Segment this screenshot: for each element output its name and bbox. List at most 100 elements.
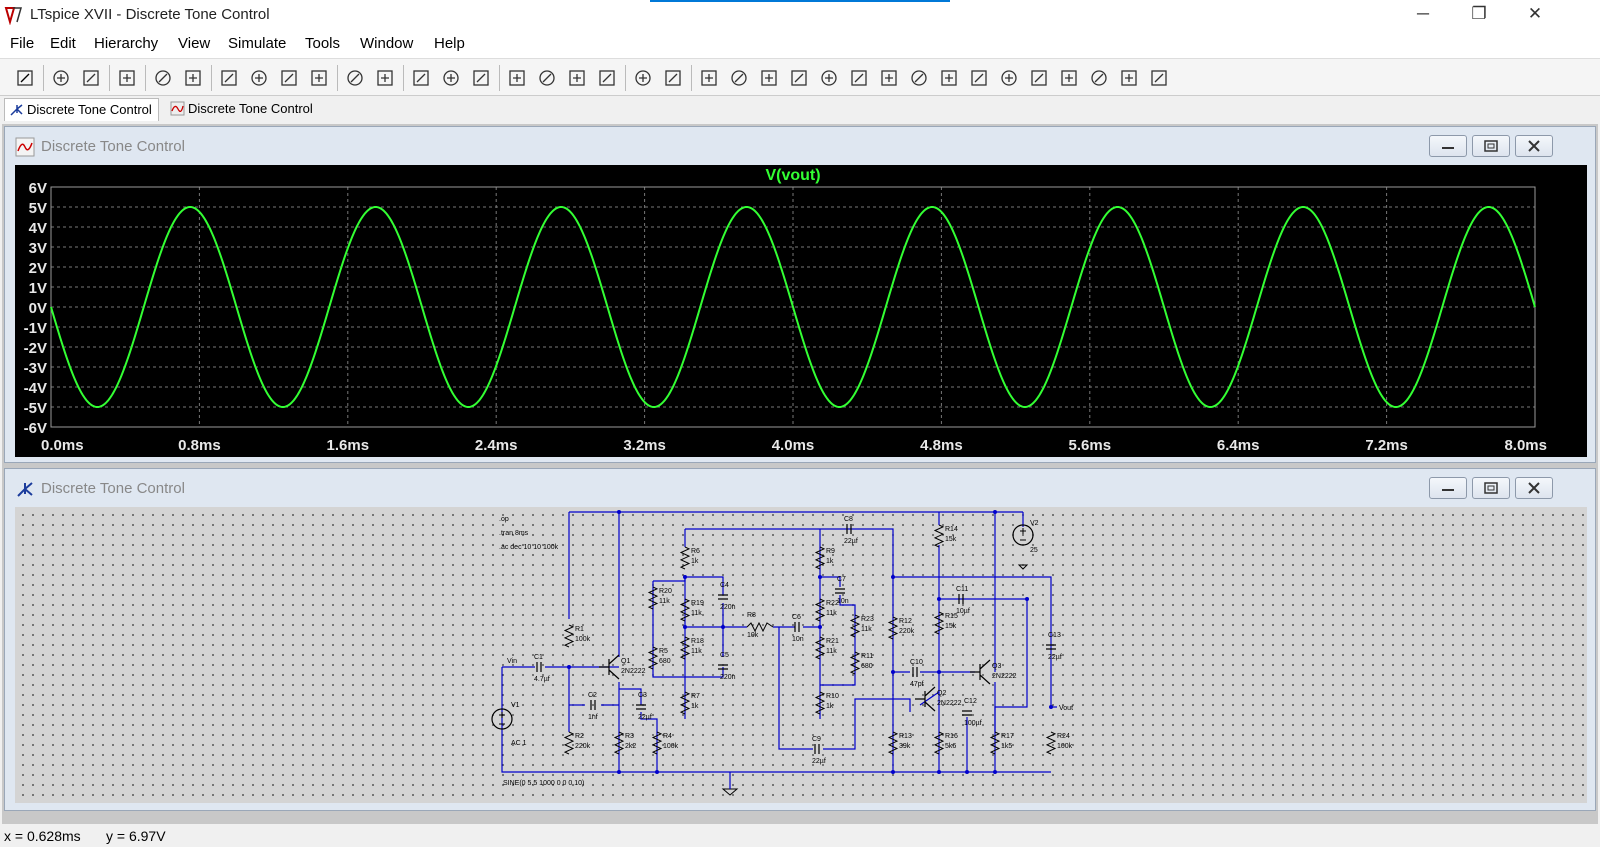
- print-preview-button[interactable]: [660, 65, 686, 91]
- run-sim-button[interactable]: [150, 65, 176, 91]
- schematic-canvas[interactable]: .op .tran 8ms .ac dec 10 10 100k V1 AC 1 V2 25…: [15, 507, 1587, 803]
- tab-waveform[interactable]: Discrete Tone Control: [166, 98, 319, 121]
- part-ref: C1: [534, 654, 543, 661]
- undo-icon: [1001, 70, 1017, 86]
- child-close-button[interactable]: [1515, 477, 1553, 499]
- open-button[interactable]: [48, 65, 74, 91]
- part-ref: Q2: [937, 690, 946, 697]
- toolbar-separator: [43, 65, 44, 91]
- toolbar-separator: [499, 65, 500, 91]
- close-window-button[interactable]: ✕: [1512, 0, 1558, 30]
- inductor-icon: [851, 70, 867, 86]
- tile-vertical-button[interactable]: [438, 65, 464, 91]
- tab-label: Discrete Tone Control: [27, 102, 152, 117]
- capacitor-button[interactable]: [816, 65, 842, 91]
- part-ref: R8: [747, 612, 756, 619]
- save-icon: [83, 70, 99, 86]
- zoom-out-button[interactable]: [276, 65, 302, 91]
- menu-edit[interactable]: Edit: [50, 35, 76, 52]
- drag-button[interactable]: [966, 65, 992, 91]
- menu-tools[interactable]: Tools: [305, 35, 340, 52]
- redo-button[interactable]: [1026, 65, 1052, 91]
- schematic-window[interactable]: Discrete Tone Control .op .tran 8ms .ac de…: [4, 468, 1596, 811]
- waveform-chart[interactable]: 6V 5V 4V 3V 2V 1V 0V -1V -2V -3V -4V -5V -6V0.0ms 0.8…: [15, 165, 1587, 457]
- paste-button[interactable]: [564, 65, 590, 91]
- wire: [685, 667, 724, 678]
- rotate-button[interactable]: [1056, 65, 1082, 91]
- child-close-button[interactable]: [1515, 135, 1553, 157]
- schematic-icon: [10, 104, 23, 116]
- part-ref: R6: [691, 548, 700, 555]
- junction-dot: [683, 575, 687, 579]
- menu-help[interactable]: Help: [434, 35, 465, 52]
- child-minimize-button[interactable]: [1429, 135, 1467, 157]
- resistor-button[interactable]: [786, 65, 812, 91]
- resistor-icon: [791, 70, 807, 86]
- control-panel-button[interactable]: [114, 65, 140, 91]
- tile-horizontal-button[interactable]: [408, 65, 434, 91]
- inductor-button[interactable]: [846, 65, 872, 91]
- resistor-r7: [679, 691, 691, 715]
- child-maximize-button[interactable]: [1472, 135, 1510, 157]
- cascade-button[interactable]: [468, 65, 494, 91]
- find-button[interactable]: [594, 65, 620, 91]
- part-ref: R2: [575, 733, 584, 740]
- x-tick-label: 1.6ms: [327, 437, 370, 454]
- mirror-button[interactable]: [1086, 65, 1112, 91]
- schematic-drawing[interactable]: .op .tran 8ms .ac dec 10 10 100k V1 AC 1 V2 25…: [15, 507, 1587, 803]
- minimize-window-button[interactable]: ─: [1400, 0, 1446, 30]
- save-button[interactable]: [78, 65, 104, 91]
- part-ref: C5: [720, 652, 729, 659]
- pan-button[interactable]: [180, 65, 206, 91]
- move-button[interactable]: [936, 65, 962, 91]
- part-ref: C7: [837, 576, 846, 583]
- resistor-r11: [849, 651, 861, 675]
- print-button[interactable]: [630, 65, 656, 91]
- menu-simulate[interactable]: Simulate: [228, 35, 286, 52]
- menu-hierarchy[interactable]: Hierarchy: [94, 35, 158, 52]
- component-button[interactable]: [906, 65, 932, 91]
- run-button[interactable]: [12, 65, 38, 91]
- copy-button[interactable]: [534, 65, 560, 91]
- cut-button[interactable]: [504, 65, 530, 91]
- part-ref: R1: [575, 626, 584, 633]
- zoom-fit-button[interactable]: [306, 65, 332, 91]
- part-value: 220n: [720, 674, 736, 681]
- diode-button[interactable]: [876, 65, 902, 91]
- x-tick-label: 0.0ms: [41, 437, 84, 454]
- part-value: 1k: [691, 558, 699, 565]
- menu-view[interactable]: View: [178, 35, 210, 52]
- spice-directive-button[interactable]: [1146, 65, 1172, 91]
- resistor-r19: [679, 598, 691, 622]
- label-net-button[interactable]: [756, 65, 782, 91]
- draw-wire-button[interactable]: [696, 65, 722, 91]
- source-polarity-icon: [1020, 528, 1026, 541]
- undo-button[interactable]: [996, 65, 1022, 91]
- capacitor-c2: [590, 700, 596, 710]
- grid-button[interactable]: [372, 65, 398, 91]
- waveform-window[interactable]: Discrete Tone Control 6V 5V 4V 3V 2V 1V 0V -1V -…: [4, 126, 1596, 463]
- maximize-icon: [1484, 482, 1498, 494]
- autorange-button[interactable]: [342, 65, 368, 91]
- restore-window-button[interactable]: ❐: [1456, 0, 1502, 30]
- text-icon: [1121, 70, 1137, 86]
- part-value: 1k: [691, 703, 699, 710]
- waveform-window-title: Discrete Tone Control: [41, 138, 185, 155]
- child-maximize-button[interactable]: [1472, 477, 1510, 499]
- zoom-in-button[interactable]: [216, 65, 242, 91]
- cursor-x-readout: x = 0.628ms: [4, 828, 81, 844]
- junction-dot: [937, 597, 941, 601]
- ground-button[interactable]: [726, 65, 752, 91]
- child-minimize-button[interactable]: [1429, 477, 1467, 499]
- waveform-plot[interactable]: 6V 5V 4V 3V 2V 1V 0V -1V -2V -3V -4V -5V -6V 0.0ms 0.8…: [15, 165, 1587, 457]
- chart-title: V(vout): [765, 167, 820, 184]
- close-icon: [1528, 482, 1540, 494]
- zoom-rect-button[interactable]: [246, 65, 272, 91]
- copy-icon: [539, 70, 555, 86]
- text-button[interactable]: [1116, 65, 1142, 91]
- menu-file[interactable]: File: [10, 35, 34, 52]
- tab-schematic[interactable]: Discrete Tone Control: [4, 98, 159, 121]
- x-tick-label: 0.8ms: [178, 437, 221, 454]
- part-value: 15k: [945, 536, 957, 543]
- menu-window[interactable]: Window: [360, 35, 413, 52]
